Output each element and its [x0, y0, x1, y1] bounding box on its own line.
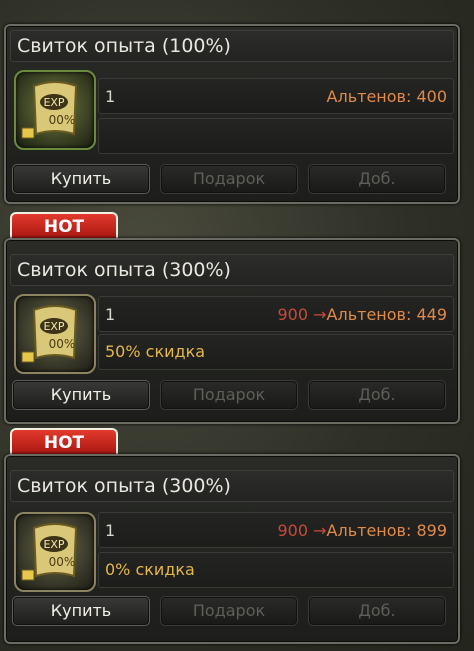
- buy-button[interactable]: Купить: [12, 380, 150, 410]
- add-button[interactable]: Доб.: [308, 596, 446, 626]
- hot-badge: HOT: [10, 428, 118, 456]
- quantity: 1: [105, 521, 116, 540]
- svg-text:00%: 00%: [49, 113, 76, 127]
- svg-text:EXP: EXP: [43, 96, 64, 109]
- shop-item-card: Свиток опыта (100%) EXP 00% 1 Альтенов: …: [4, 24, 460, 204]
- item-title: Свиток опыта (300%): [17, 259, 231, 281]
- svg-text:EXP: EXP: [43, 320, 64, 333]
- add-button[interactable]: Доб.: [308, 380, 446, 410]
- shop-item-card: Свиток опыта (300%) EXP 00% 1 900 →Альте…: [4, 238, 460, 424]
- item-title-bar: Свиток опыта (100%): [10, 30, 454, 62]
- discount-row: 0% скидка: [98, 552, 454, 588]
- item-title-bar: Свиток опыта (300%): [10, 470, 454, 502]
- exp-scroll-icon[interactable]: EXP 00%: [14, 512, 96, 592]
- price: 900 →Альтенов: 449: [277, 305, 447, 324]
- add-button[interactable]: Доб.: [308, 164, 446, 194]
- gift-button[interactable]: Подарок: [160, 164, 298, 194]
- price-row: 1 Альтенов: 400: [98, 78, 454, 114]
- arrow-icon: →: [313, 305, 327, 324]
- hot-badge: HOT: [10, 212, 118, 240]
- price-value: Альтенов: 400: [326, 87, 447, 106]
- svg-text:EXP: EXP: [43, 538, 64, 551]
- old-price: 900: [277, 305, 309, 324]
- gift-button[interactable]: Подарок: [160, 380, 298, 410]
- item-title: Свиток опыта (300%): [17, 475, 231, 497]
- discount-row: 50% скидка: [98, 334, 454, 370]
- exp-scroll-icon[interactable]: EXP 00%: [14, 70, 96, 150]
- buy-button[interactable]: Купить: [12, 596, 150, 626]
- svg-text:00%: 00%: [49, 337, 76, 351]
- exp-scroll-icon[interactable]: EXP 00%: [14, 294, 96, 374]
- price-row: 1 900 →Альтенов: 449: [98, 296, 454, 332]
- quantity: 1: [105, 305, 116, 324]
- svg-text:00%: 00%: [49, 555, 76, 569]
- quantity: 1: [105, 87, 116, 106]
- item-title: Свиток опыта (100%): [17, 35, 231, 57]
- price-value: Альтенов: 449: [326, 305, 447, 324]
- discount-row: [98, 118, 454, 154]
- price-row: 1 900 →Альтенов: 899: [98, 512, 454, 548]
- arrow-icon: →: [313, 521, 327, 540]
- price-value: Альтенов: 899: [326, 521, 447, 540]
- price: Альтенов: 400: [327, 87, 447, 106]
- old-price: 900: [277, 521, 309, 540]
- buy-button[interactable]: Купить: [12, 164, 150, 194]
- discount-text: 0% скидка: [105, 560, 195, 579]
- item-title-bar: Свиток опыта (300%): [10, 254, 454, 286]
- gift-button[interactable]: Подарок: [160, 596, 298, 626]
- price: 900 →Альтенов: 899: [277, 521, 447, 540]
- discount-text: 50% скидка: [105, 342, 206, 361]
- shop-item-card: Свиток опыта (300%) EXP 00% 1 900 →Альте…: [4, 454, 460, 644]
